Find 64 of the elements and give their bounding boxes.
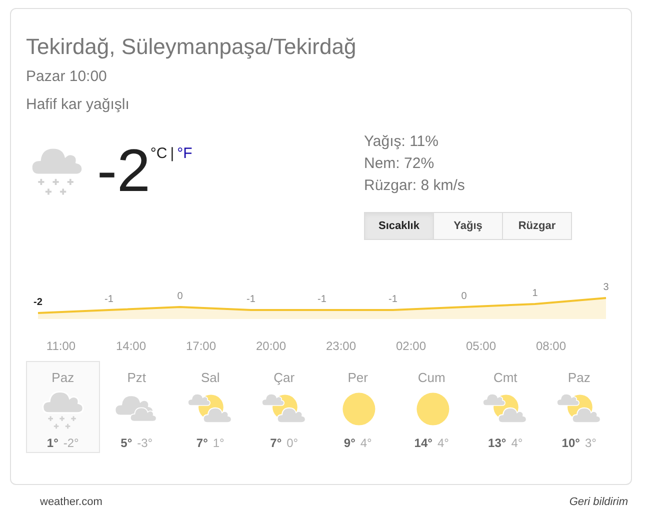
day-name: Cmt	[493, 369, 518, 387]
temperature-label: 0	[177, 291, 183, 302]
time-label: 23:00	[326, 338, 356, 355]
chart-tab[interactable]: Yağış	[433, 212, 503, 240]
low-temperature: -2°	[63, 434, 79, 452]
low-temperature: -3°	[137, 434, 153, 452]
chart-tab[interactable]: Sıcaklık	[364, 212, 434, 240]
temperature-label: -1	[318, 294, 326, 305]
day-name: Sal	[200, 369, 220, 387]
low-temperature: 4°	[437, 434, 449, 452]
feedback-link[interactable]: Geri bildirim	[569, 494, 628, 510]
condition-text: Hafif kar yağışlı	[26, 94, 130, 114]
low-temperature: 1°	[212, 434, 224, 452]
time-label: 14:00	[116, 338, 146, 355]
time-label: 17:00	[186, 338, 216, 355]
temperature-label: -1	[246, 294, 256, 305]
day-forecast[interactable]: Paz 10° 3°	[542, 361, 616, 453]
temperature-label: 3	[603, 282, 609, 293]
time-label: 08:00	[536, 338, 566, 355]
detail-text: Yağış: 11%	[364, 132, 440, 152]
chart-tab[interactable]: Rüzgar	[502, 212, 572, 240]
time-label: 11:00	[46, 338, 76, 355]
high-temperature: 14°	[414, 434, 432, 452]
temperature-label: -2	[34, 297, 42, 308]
day-forecast[interactable]: Paz 1° -2°	[26, 361, 100, 453]
day-name: Paz	[568, 369, 590, 387]
day-name: Çar	[274, 369, 295, 387]
high-temperature: 13°	[488, 434, 506, 452]
high-temperature: 7°	[270, 434, 282, 452]
source-text: weather.com	[40, 495, 102, 510]
low-temperature: 4°	[511, 434, 523, 452]
detail-text: Rüzgar: 8 km/s	[364, 176, 466, 196]
day-forecast[interactable]: Sal 7° 1°	[174, 361, 248, 453]
date-time: Pazar 10:00	[26, 67, 108, 87]
time-label: 20:00	[256, 338, 286, 355]
detail-text: Nem: 72%	[364, 154, 436, 174]
high-temperature: 7°	[196, 434, 208, 452]
high-temperature: 9°	[344, 434, 356, 452]
high-temperature: 1°	[46, 434, 58, 452]
day-forecast[interactable]: Cmt 13° 4°	[468, 361, 542, 453]
day-name: Per	[348, 369, 368, 387]
unit-separator: |	[170, 144, 174, 164]
day-forecast[interactable]: Cum 14° 4°	[394, 361, 468, 453]
day-forecast[interactable]: Per 9° 4°	[321, 361, 395, 453]
day-name: Cum	[418, 369, 446, 387]
time-label: 05:00	[466, 338, 496, 355]
high-temperature: 5°	[120, 434, 132, 452]
temperature-label: -1	[388, 294, 398, 305]
high-temperature: 10°	[562, 434, 580, 452]
day-forecast[interactable]: Pzt 5° -3°	[100, 361, 174, 453]
low-temperature: 3°	[584, 434, 596, 452]
low-temperature: 0°	[286, 434, 298, 452]
day-forecast[interactable]: Çar 7° 0°	[247, 361, 321, 453]
fahrenheit-link[interactable]: °F	[177, 143, 192, 166]
celsius-unit: °C	[150, 144, 168, 164]
day-name: Pzt	[127, 369, 146, 387]
low-temperature: 4°	[360, 434, 372, 452]
temperature-label: -1	[104, 294, 114, 305]
location-title: Tekirdağ, Süleymanpaşa/Tekirdağ	[26, 34, 358, 60]
time-label: 02:00	[396, 338, 426, 355]
temperature-label: 0	[461, 291, 467, 302]
current-temperature: -2	[97, 141, 150, 201]
day-name: Paz	[52, 369, 74, 387]
temperature-label: 1	[532, 288, 538, 299]
